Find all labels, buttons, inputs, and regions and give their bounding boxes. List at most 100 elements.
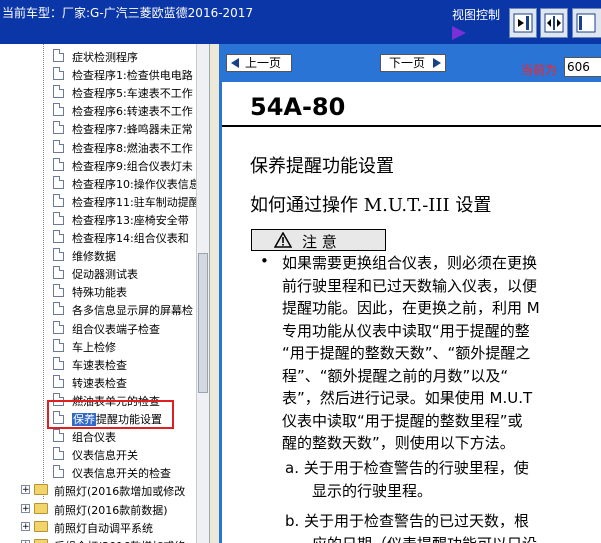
document-tree: 症状检测程序检查程序1:检查供电电路 检查程序5:车速表不工作 检查程序6:转速表不… — [0, 44, 196, 543]
next-page-label: 下一页 — [389, 56, 426, 70]
para-line: 前行驶里程和已过天数输入仪表，以便 — [282, 276, 538, 295]
tree-item[interactable]: 组合仪表 — [0, 427, 196, 445]
tree-item-label: 检查程序5:车速表不工作 — [72, 87, 193, 101]
tree-item[interactable]: 检查程序7:蜂鸣器未正常 — [0, 119, 196, 137]
panel-expand-icon — [576, 13, 596, 33]
tree-item[interactable]: 车速表检查 — [0, 355, 196, 373]
splitter[interactable] — [210, 44, 219, 543]
tree-item[interactable]: 促动器测试表 — [0, 264, 196, 282]
document-icon — [53, 139, 64, 153]
sub-item-a: a. 关于用于检查警告的行驶里程，使 — [285, 459, 529, 477]
document-icon — [53, 157, 64, 171]
tree-item-label: 转速表检查 — [72, 376, 127, 390]
expand-icon[interactable]: + — [21, 503, 30, 513]
document-icon — [53, 338, 64, 352]
expand-view-button[interactable] — [572, 8, 601, 38]
document-icon — [53, 447, 64, 461]
para-line: 表”，然后进行记录。如果使用 M.U.T — [282, 389, 533, 407]
tree-item-label: 检查程序7:蜂鸣器未正常 — [72, 123, 193, 137]
tree-item[interactable]: 检查程序1:检查供电电路 — [0, 65, 196, 83]
tree-folder-label: 前照灯(2016款前数据) — [54, 503, 168, 517]
tree-item[interactable]: 检查程序11:驻车制动提醒 — [0, 192, 196, 210]
expand-icon[interactable]: + — [21, 521, 30, 531]
prev-page-label: 上一页 — [245, 56, 282, 70]
para-line: “用于提醒的整数天数”、“额外提醒之 — [282, 344, 531, 362]
tree-item-label: 组合仪表端子检查 — [72, 322, 160, 336]
tree-item-label: 促动器测试表 — [72, 268, 138, 282]
document-page: 54A-80 保养提醒功能设置 如何通过操作 M.U.T.-III 设置 注 意… — [222, 82, 601, 543]
tree-item[interactable]: 维修数据 — [0, 246, 196, 264]
scrollbar-thumb[interactable] — [198, 253, 208, 393]
tree-item[interactable]: 检查程序6:转速表不工作 — [0, 101, 196, 119]
folder-icon — [34, 484, 48, 496]
caution-label: 注 意 — [302, 233, 337, 251]
tree-folder[interactable]: + 前照灯(2016款前数据) — [0, 500, 196, 518]
folder-icon — [34, 502, 48, 514]
document-icon — [53, 465, 64, 479]
document-viewer: 上一页 下一页 当前为 606 54A-80 保养提醒功能设置 如何通过操作 M… — [219, 44, 601, 543]
tree-item-label: 车速表检查 — [72, 358, 127, 372]
panel-collapse-icon — [513, 13, 533, 33]
document-icon — [53, 103, 64, 117]
tree-item-label: 检查程序11:驻车制动提醒 — [72, 195, 196, 209]
sub-item-b-cont: 应的日期（仪表提醒功能可以只设 — [312, 533, 537, 543]
document-icon — [53, 374, 64, 388]
document-icon — [53, 85, 64, 99]
split-view-button[interactable] — [540, 8, 568, 38]
current-page-input[interactable]: 606 — [564, 57, 601, 77]
tree-item[interactable]: 检查程序5:车速表不工作 — [0, 83, 196, 101]
tree-item[interactable]: 各多信息显示屏的屏幕检 — [0, 300, 196, 318]
tree-item[interactable]: 特殊功能表 — [0, 282, 196, 300]
sub-item-a-cont: 显示的行驶里程。 — [312, 482, 433, 500]
tree-item[interactable]: 检查程序9:组合仪表灯未 — [0, 156, 196, 174]
tree-item[interactable]: 仪表信息开关 — [0, 445, 196, 463]
tree-item-label: 检查程序6:转速表不工作 — [72, 105, 193, 119]
tree-item[interactable]: 仪表信息开关的检查 — [0, 463, 196, 481]
next-page-button[interactable]: 下一页 — [380, 54, 446, 72]
tree-item-label: 检查程序10:操作仪表信息 — [72, 177, 196, 191]
tree-folder[interactable]: +后组合灯(2016款增加或修 — [0, 536, 196, 543]
selection-highlight-box — [47, 400, 174, 429]
document-icon — [53, 302, 64, 316]
tree-item-label: 各多信息显示屏的屏幕检 — [72, 304, 193, 318]
view-control-label: 视图控制 — [452, 8, 501, 22]
prev-page-button[interactable]: 上一页 — [226, 54, 292, 72]
tree-item[interactable]: 转速表检查 — [0, 373, 196, 391]
para-line: 专用功能从仪表中读取“用于提醒的整 — [282, 321, 530, 340]
document-icon — [53, 67, 64, 81]
tree-folder-label: 前照灯(2016款增加或修改 — [54, 485, 186, 499]
para-line: 醒的整数天数”，则使用以下方法。 — [282, 434, 515, 452]
collapse-left-panel-button[interactable] — [509, 8, 537, 38]
para-line: 仪表中读取“用于提醒的整数里程”或 — [282, 411, 523, 430]
tree-item[interactable]: 检查程序13:座椅安全带 — [0, 210, 196, 228]
tree-scrollbar[interactable] — [196, 44, 209, 543]
tree-item-label: 检查程序13:座椅安全带 — [72, 213, 189, 227]
tree-folder[interactable]: + 前照灯自动调平系统 — [0, 518, 196, 536]
document-icon — [53, 175, 64, 189]
para-line: 如果需要更换组合仪表，则必须在更换 — [282, 254, 538, 272]
tree-item-label: 检查程序1:检查供电电路 — [72, 69, 193, 83]
document-icon — [53, 248, 64, 262]
expand-icon[interactable]: + — [21, 485, 30, 495]
tree-item-label: 车上检修 — [72, 340, 116, 354]
document-icon — [53, 193, 64, 207]
tree-item[interactable]: 症状检测程序 — [0, 47, 196, 65]
current-page-label: 当前为 — [521, 63, 558, 77]
tree-item-label: 仪表信息开关的检查 — [72, 467, 171, 481]
tree-item[interactable]: 车上检修 — [0, 337, 196, 355]
tree-item-label: 维修数据 — [72, 250, 116, 264]
tree-item-label: 组合仪表 — [72, 431, 116, 445]
tree-item[interactable]: 组合仪表端子检查 — [0, 319, 196, 337]
view-control-triangle-icon[interactable] — [452, 26, 466, 40]
tree-item[interactable]: 检查程序10:操作仪表信息 — [0, 174, 196, 192]
tree-item-label: 症状检测程序 — [72, 51, 138, 64]
arrow-right-icon — [433, 58, 441, 68]
tree-item[interactable]: 检查程序8:燃油表不工作 — [0, 138, 196, 156]
tree-item-label: 检查程序8:燃油表不工作 — [72, 141, 193, 155]
tree-item-label: 检查程序9:组合仪表灯未 — [72, 159, 193, 173]
para-line: 提醒功能。因此，在更换之前，利用 M — [282, 299, 540, 317]
caution-paragraph: 如果需要更换组合仪表，则必须在更换 前行驶里程和已过天数输入仪表，以便 提醒功能… — [282, 252, 601, 455]
tree-item[interactable]: 检查程序14:组合仪表和 — [0, 228, 196, 246]
tree-folder[interactable]: + 前照灯(2016款增加或修改 — [0, 481, 196, 499]
tree-item-label: 检查程序14:组合仪表和 — [72, 232, 189, 245]
